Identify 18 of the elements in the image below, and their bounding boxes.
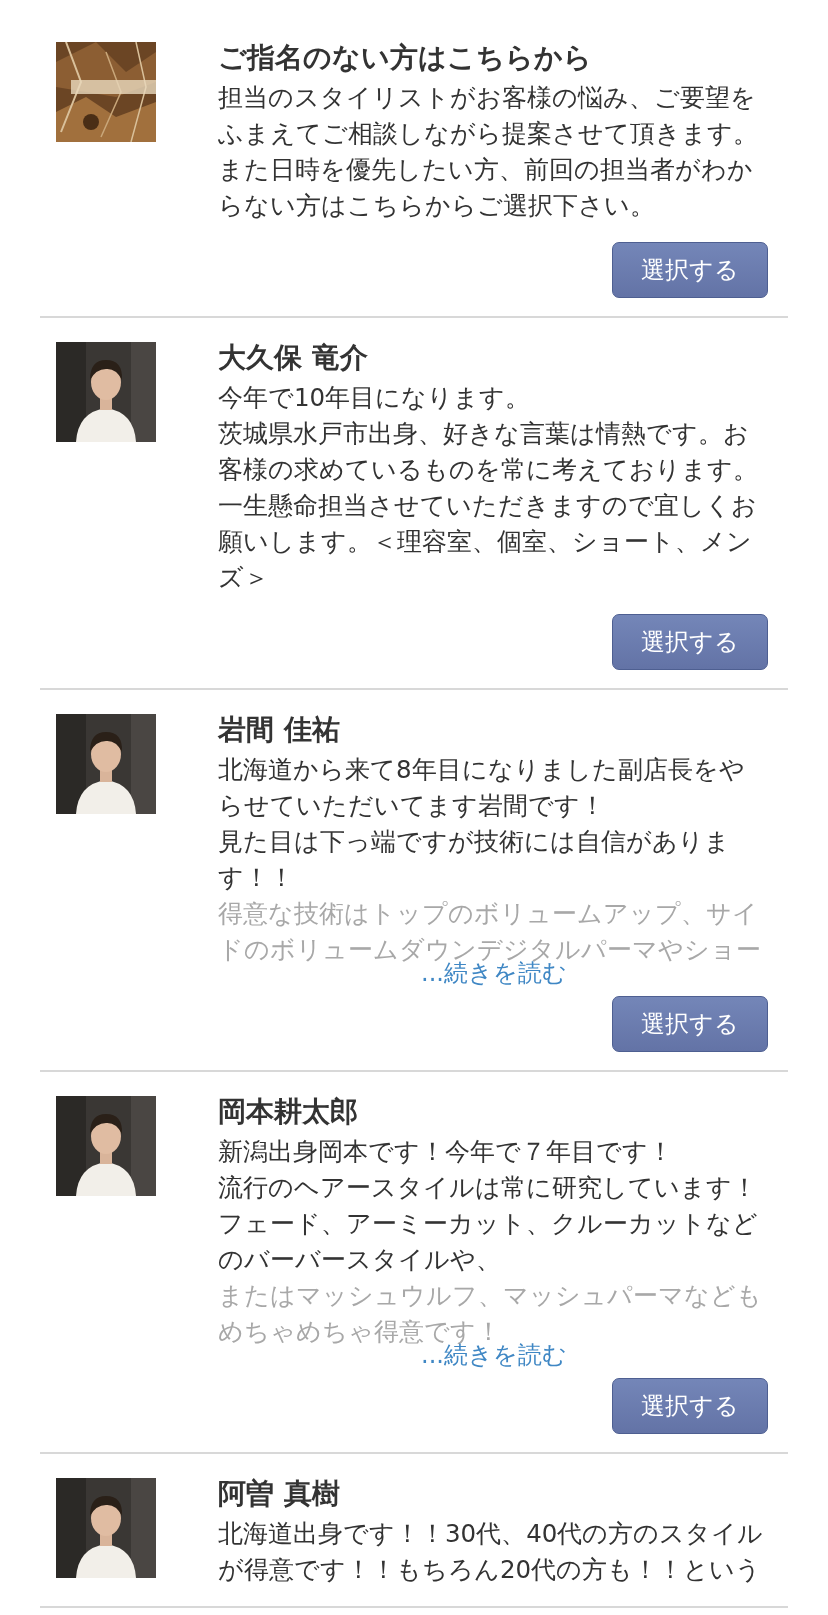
- stylist-description: 北海道から来て8年目になりました副店長をやらせていただいてます岩間です！: [218, 754, 746, 822]
- stylist-name: 岡本耕太郎: [218, 1094, 359, 1130]
- stylist-description: 茨城県水戸市出身、好きな言葉は情熱です。お客様の求めているものを常に考えております。一生懸命担当させていただきますので宜しくお願いします。＜理容室、個室、ショート、メンズ＞: [218, 418, 759, 594]
- select-button[interactable]: 選択する: [612, 614, 768, 670]
- stylist-description: 担当のスタイリストがお客様の悩み、ご要望をふまえてご相談しながら提案させて頂きます。また日時を優先したい方、前回の担当者がわからない方はこちらからご選択下さい。: [218, 82, 759, 222]
- stylist-description: フェード、アーミーカット、クルーカットなどのバーバースタイルや、: [218, 1208, 759, 1276]
- select-button[interactable]: 選択する: [612, 996, 768, 1052]
- stylist-description: 見た目は下っ端ですが技術には自信があります！！: [218, 826, 731, 894]
- stylist-description: 今年で10年目になります。: [218, 382, 532, 414]
- select-button[interactable]: 選択する: [612, 242, 768, 298]
- stylist-description: 流行のヘアースタイルは常に研究しています！: [218, 1172, 758, 1204]
- stylist-name: 岩間 佳祐: [218, 712, 341, 748]
- stylist-description: 北海道出身です！！30代、40代の方のスタイルが得意です！！もちろん20代の方も！！という: [218, 1518, 765, 1586]
- select-button[interactable]: 選択する: [612, 1378, 768, 1434]
- stylist-description: 新潟出身岡本です！今年で７年目です！: [218, 1136, 674, 1168]
- stylist-name: 大久保 竜介: [218, 340, 369, 376]
- stylist-name: ご指名のない方はこちらから: [218, 40, 593, 76]
- stylist-name: 阿曽 真樹: [218, 1476, 341, 1512]
